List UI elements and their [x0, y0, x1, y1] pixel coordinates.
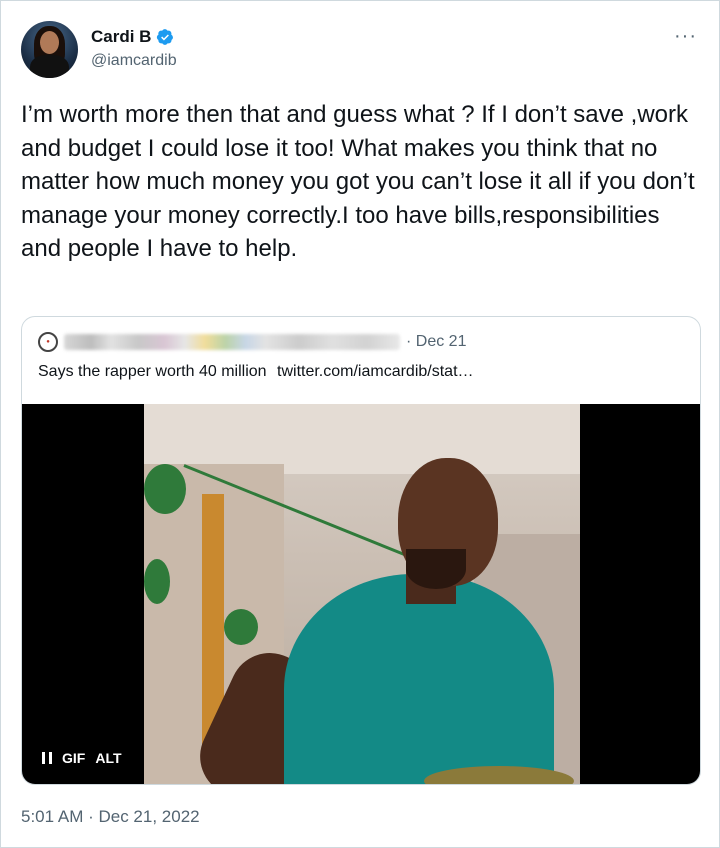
quoted-account-name-redacted [64, 334, 400, 350]
gif-media[interactable]: GIF ALT [22, 404, 700, 784]
tweet-card: Cardi B @iamcardib ··· I’m worth more th… [0, 0, 720, 848]
author-block: Cardi B @iamcardib [91, 27, 177, 70]
gif-badge: GIF [62, 750, 86, 766]
quoted-tweet[interactable]: ● · Dec 21 Says the rapper worth 40 mill… [21, 316, 701, 785]
avatar[interactable] [21, 21, 78, 78]
more-options-icon[interactable]: ··· [674, 25, 697, 48]
gif-controls: GIF ALT [42, 750, 122, 766]
quoted-tweet-date[interactable]: · Dec 21 [406, 333, 466, 351]
author-name[interactable]: Cardi B [91, 27, 151, 47]
tweet-header: Cardi B @iamcardib ··· [21, 21, 701, 79]
quoted-tweet-text: Says the rapper worth 40 million twitter… [38, 363, 474, 381]
quoted-tweet-body: Says the rapper worth 40 million [38, 363, 267, 380]
quoted-tweet-link[interactable]: twitter.com/iamcardib/stat… [277, 363, 474, 380]
verified-badge-icon [157, 29, 174, 45]
tweet-text: I’m worth more then that and guess what … [21, 101, 695, 262]
author-handle[interactable]: @iamcardib [91, 52, 177, 70]
gif-frame [144, 404, 580, 784]
pause-icon[interactable] [42, 752, 52, 764]
quoted-account-avatar[interactable]: ● [38, 332, 58, 352]
tweet-timestamp[interactable]: 5:01 AM · Dec 21, 2022 [21, 807, 200, 827]
alt-badge[interactable]: ALT [95, 750, 121, 766]
quoted-tweet-header: ● · Dec 21 [38, 330, 466, 354]
